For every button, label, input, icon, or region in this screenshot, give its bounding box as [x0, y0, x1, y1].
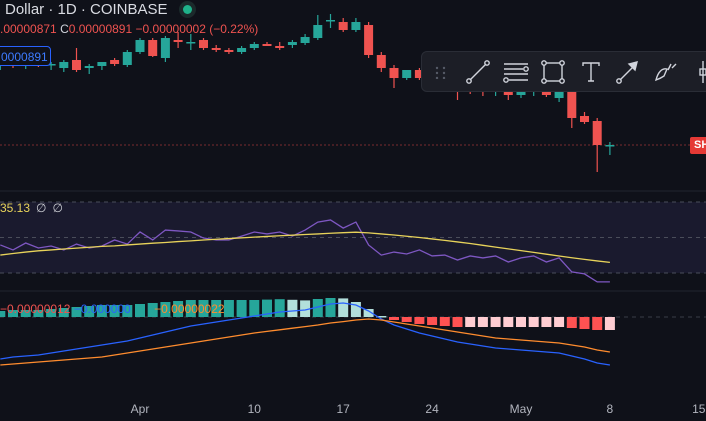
candle-body	[326, 20, 335, 22]
candle-body	[402, 70, 412, 78]
candle-body	[249, 44, 259, 48]
x-tick-label: May	[509, 402, 533, 416]
x-tick-label: 8	[606, 402, 614, 416]
macd-histogram-bar	[401, 317, 412, 322]
x-tick-label: Apr	[130, 402, 150, 416]
macd-histogram-bar	[427, 317, 438, 325]
candle-body	[59, 62, 69, 68]
arrow-icon[interactable]	[610, 54, 648, 90]
candle-body	[275, 46, 285, 48]
last-price-label: SH	[690, 137, 706, 154]
candle-body	[567, 92, 577, 118]
brush-icon[interactable]	[647, 54, 685, 90]
low-value: .00000871	[0, 22, 57, 36]
macd-histogram-bar	[325, 298, 336, 317]
candle-body	[224, 50, 234, 52]
candle-body	[300, 37, 310, 43]
candle-body	[287, 42, 297, 45]
x-tick-label: 17	[336, 402, 350, 416]
candle-body	[173, 40, 183, 42]
candle-body	[160, 38, 170, 58]
macd-histogram-bar	[490, 317, 501, 327]
candle-body	[262, 44, 272, 46]
macd-histogram-bar	[452, 317, 463, 327]
macd-histogram-bar	[503, 317, 514, 327]
candle-body	[211, 48, 221, 50]
candle-body	[72, 60, 81, 70]
macd-histogram-bar	[554, 317, 565, 327]
macd-histogram-bar	[236, 300, 247, 317]
change-value: −0.00000002 (−0.22%)	[135, 22, 259, 36]
candle-body	[122, 52, 132, 65]
measure-icon[interactable]	[685, 54, 706, 90]
macd-legend: −0.00000012 −0.000000 −0.00000022	[0, 302, 225, 316]
macd-histogram-bar	[566, 317, 577, 328]
candle-body	[605, 145, 615, 147]
candle-body	[110, 60, 120, 64]
candle-body	[592, 121, 602, 145]
macd-histogram-bar	[338, 298, 349, 317]
macd-histogram-bar	[389, 317, 399, 320]
macd-histogram-bar	[604, 317, 615, 330]
hist-value: −0.00000022	[154, 302, 225, 316]
x-tick-label: 15	[692, 402, 706, 416]
fib-lines-icon[interactable]	[497, 54, 535, 90]
macd-histogram-bar	[541, 317, 552, 327]
candle-body	[84, 66, 94, 68]
macd-histogram-bar	[516, 317, 526, 327]
candle-body	[580, 116, 589, 122]
rsi-legend: 35.13 ∅ ∅	[0, 201, 63, 215]
rsi-value: 35.13	[0, 201, 31, 215]
macd-histogram-bar	[249, 300, 260, 317]
macd-histogram-bar	[439, 317, 450, 326]
rsi-extra-2: ∅	[52, 201, 63, 215]
candle-body	[97, 62, 107, 66]
candle-body	[338, 22, 348, 30]
macd-histogram-bar	[592, 317, 603, 330]
rectangle-icon[interactable]	[535, 54, 573, 90]
candle-body	[186, 42, 196, 44]
macd-histogram-bar	[223, 300, 234, 317]
close-value: 0.00000891	[68, 22, 133, 36]
candle-body	[313, 25, 323, 38]
text-icon[interactable]	[572, 54, 610, 90]
candle-body	[364, 25, 374, 55]
macd-histogram-bar	[528, 317, 539, 327]
macd-histogram-bar	[465, 317, 476, 327]
macd-histogram-bar	[287, 299, 298, 317]
market-status-icon	[183, 5, 192, 14]
x-tick-label: 10	[247, 402, 261, 416]
candle-body	[554, 91, 564, 98]
macd-histogram-bar	[579, 317, 590, 329]
candle-body	[389, 68, 399, 78]
trend-line-icon[interactable]	[460, 54, 498, 90]
macd-value: −0.00000012	[0, 302, 71, 316]
macd-histogram-bar	[414, 317, 425, 324]
signal-value: −0.000000	[73, 302, 131, 316]
macd-histogram-bar	[477, 317, 488, 327]
candle-body	[351, 22, 361, 30]
x-tick-label: 24	[425, 402, 439, 416]
candle-body	[148, 40, 158, 56]
symbol-title[interactable]: Dollar · 1D · COINBASE	[5, 1, 168, 18]
candle-body	[237, 48, 247, 52]
candle-body	[376, 55, 386, 68]
candle-body	[199, 40, 208, 48]
macd-histogram-bar	[274, 299, 285, 317]
rsi-extra-1: ∅	[36, 201, 47, 215]
close-label: C	[60, 22, 69, 36]
ohlc-legend: .00000871 C0.00000891 −0.00000002 (−0.22…	[0, 22, 258, 36]
drag-handle-icon[interactable]	[422, 54, 460, 90]
price-badge: 0000891	[0, 46, 51, 66]
drawing-toolbar	[421, 51, 706, 92]
candle-body	[135, 40, 145, 52]
